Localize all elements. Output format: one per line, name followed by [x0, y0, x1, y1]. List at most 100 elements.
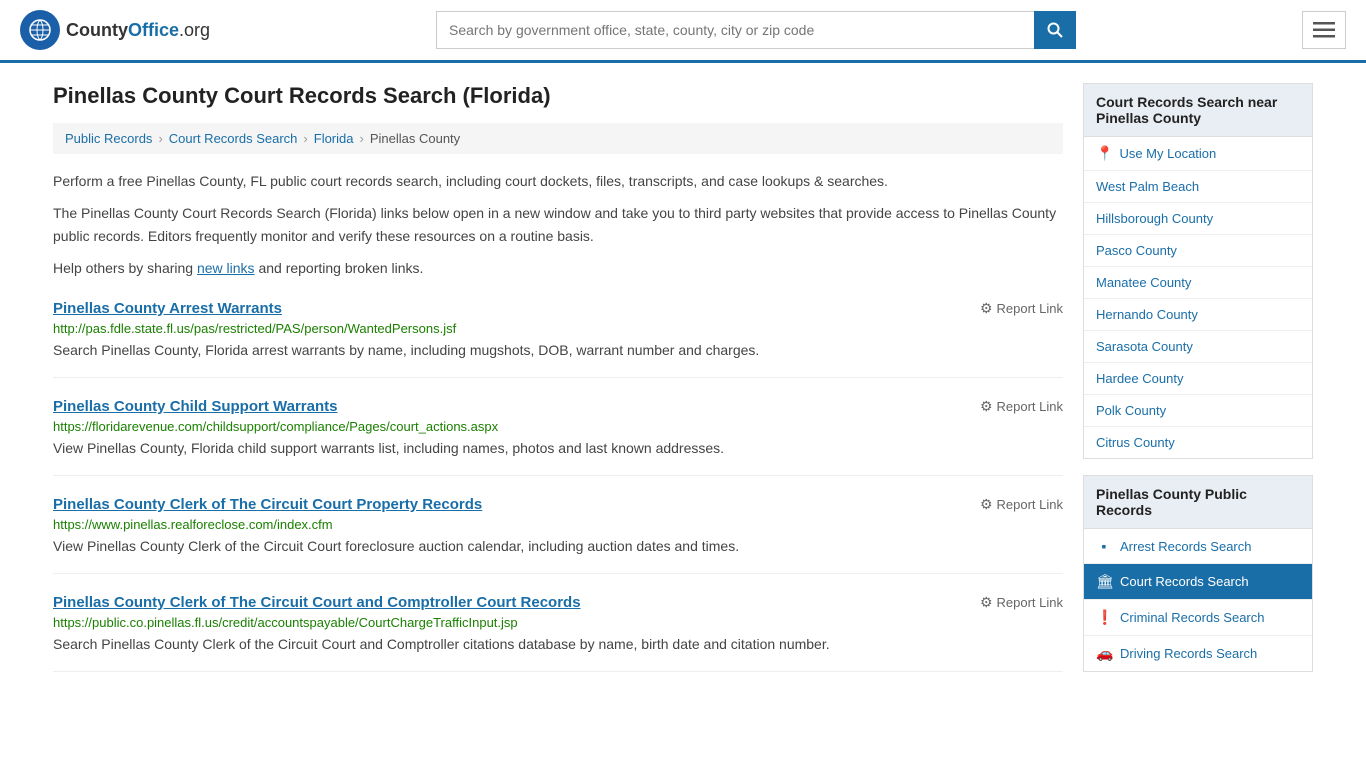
nav-icon-3: 🚗 [1096, 645, 1112, 662]
search-input[interactable] [436, 11, 1034, 49]
report-label-2: Report Link [997, 497, 1063, 512]
nearby-links-list: West Palm BeachHillsborough CountyPasco … [1084, 171, 1312, 458]
hamburger-button[interactable] [1302, 11, 1346, 49]
nearby-list-item: Citrus County [1084, 427, 1312, 458]
nearby-list-item: Hardee County [1084, 363, 1312, 395]
breadcrumb-sep-2: › [303, 131, 307, 146]
result-item: Pinellas County Child Support Warrants ⚙… [53, 398, 1063, 476]
report-label-0: Report Link [997, 301, 1063, 316]
result-url-1[interactable]: https://floridarevenue.com/childsupport/… [53, 419, 1063, 434]
nearby-link-0[interactable]: West Palm Beach [1084, 171, 1312, 202]
nav-list-item: ❗ Criminal Records Search [1084, 600, 1312, 636]
result-url-0[interactable]: http://pas.fdle.state.fl.us/pas/restrict… [53, 321, 1063, 336]
report-link-1[interactable]: ⚙ Report Link [980, 398, 1063, 415]
result-item: Pinellas County Clerk of The Circuit Cou… [53, 594, 1063, 672]
result-title-0[interactable]: Pinellas County Arrest Warrants [53, 300, 282, 317]
use-location-row: 📍 Use My Location [1084, 137, 1312, 171]
logo-area: CountyOffice.org [20, 10, 210, 50]
result-desc-3: Search Pinellas County Clerk of the Circ… [53, 634, 1063, 655]
breadcrumb-court-records[interactable]: Court Records Search [169, 131, 298, 146]
result-url-3[interactable]: https://public.co.pinellas.fl.us/credit/… [53, 615, 1063, 630]
breadcrumb-sep-3: › [360, 131, 364, 146]
nearby-list-item: Hillsborough County [1084, 203, 1312, 235]
nearby-list-item: West Palm Beach [1084, 171, 1312, 203]
nav-list-item: 🏛 Court Records Search [1084, 564, 1312, 600]
search-icon [1047, 22, 1063, 38]
sidebar: Court Records Search near Pinellas Count… [1083, 83, 1313, 688]
search-area [436, 11, 1076, 49]
description-para2: The Pinellas County Court Records Search… [53, 202, 1063, 247]
breadcrumb-public-records[interactable]: Public Records [65, 131, 152, 146]
public-records-section: Pinellas County Public Records ▪ Arrest R… [1083, 475, 1313, 672]
nav-item-3[interactable]: 🚗 Driving Records Search [1084, 636, 1312, 671]
nearby-section: Court Records Search near Pinellas Count… [1083, 83, 1313, 459]
nearby-list-item: Hernando County [1084, 299, 1312, 331]
result-title-2[interactable]: Pinellas County Clerk of The Circuit Cou… [53, 496, 482, 513]
nearby-link-3[interactable]: Manatee County [1084, 267, 1312, 298]
nav-label-3: Driving Records Search [1120, 646, 1257, 661]
new-links-link[interactable]: new links [197, 260, 255, 276]
nearby-list-item: Sarasota County [1084, 331, 1312, 363]
report-link-0[interactable]: ⚙ Report Link [980, 300, 1063, 317]
search-button[interactable] [1034, 11, 1076, 49]
result-header: Pinellas County Clerk of The Circuit Cou… [53, 594, 1063, 611]
result-title-3[interactable]: Pinellas County Clerk of The Circuit Cou… [53, 594, 581, 611]
report-label-3: Report Link [997, 595, 1063, 610]
report-icon-2: ⚙ [980, 496, 993, 513]
report-label-1: Report Link [997, 399, 1063, 414]
result-desc-2: View Pinellas County Clerk of the Circui… [53, 536, 1063, 557]
public-records-nav: ▪ Arrest Records Search 🏛 Court Records Sea… [1084, 529, 1312, 671]
nav-label-2: Criminal Records Search [1120, 610, 1265, 625]
result-url-2[interactable]: https://www.pinellas.realforeclose.com/i… [53, 517, 1063, 532]
nav-list-item: 🚗 Driving Records Search [1084, 636, 1312, 671]
report-icon-0: ⚙ [980, 300, 993, 317]
nav-icon-0: ▪ [1096, 538, 1112, 554]
result-desc-1: View Pinellas County, Florida child supp… [53, 438, 1063, 459]
breadcrumb-current: Pinellas County [370, 131, 460, 146]
page-title: Pinellas County Court Records Search (Fl… [53, 83, 1063, 109]
header: CountyOffice.org [0, 0, 1366, 63]
report-link-2[interactable]: ⚙ Report Link [980, 496, 1063, 513]
nearby-list-item: Manatee County [1084, 267, 1312, 299]
nearby-link-5[interactable]: Sarasota County [1084, 331, 1312, 362]
nearby-list-item: Pasco County [1084, 235, 1312, 267]
result-title-1[interactable]: Pinellas County Child Support Warrants [53, 398, 337, 415]
nearby-link-6[interactable]: Hardee County [1084, 363, 1312, 394]
result-item: Pinellas County Arrest Warrants ⚙ Report… [53, 300, 1063, 378]
report-link-3[interactable]: ⚙ Report Link [980, 594, 1063, 611]
result-item: Pinellas County Clerk of The Circuit Cou… [53, 496, 1063, 574]
nav-label-1: Court Records Search [1120, 574, 1249, 589]
use-location-link[interactable]: Use My Location [1119, 146, 1216, 161]
hamburger-icon [1313, 22, 1335, 38]
nav-item-1[interactable]: 🏛 Court Records Search [1084, 564, 1312, 599]
nearby-link-8[interactable]: Citrus County [1084, 427, 1312, 458]
result-header: Pinellas County Arrest Warrants ⚙ Report… [53, 300, 1063, 317]
description-para3: Help others by sharing new links and rep… [53, 257, 1063, 279]
page-content: Pinellas County Court Records Search (Fl… [33, 63, 1333, 708]
nearby-list-item: Polk County [1084, 395, 1312, 427]
logo-icon [20, 10, 60, 50]
nav-item-0[interactable]: ▪ Arrest Records Search [1084, 529, 1312, 563]
nav-icon-2: ❗ [1096, 609, 1112, 626]
location-pin-icon: 📍 [1096, 145, 1113, 162]
nav-icon-1: 🏛 [1096, 573, 1112, 590]
nearby-link-2[interactable]: Pasco County [1084, 235, 1312, 266]
report-icon-3: ⚙ [980, 594, 993, 611]
nav-item-2[interactable]: ❗ Criminal Records Search [1084, 600, 1312, 635]
public-records-title: Pinellas County Public Records [1084, 476, 1312, 529]
nav-label-0: Arrest Records Search [1120, 539, 1252, 554]
description-para1: Perform a free Pinellas County, FL publi… [53, 170, 1063, 192]
main-content: Pinellas County Court Records Search (Fl… [53, 83, 1063, 688]
logo-text: CountyOffice.org [66, 20, 210, 41]
report-icon-1: ⚙ [980, 398, 993, 415]
result-desc-0: Search Pinellas County, Florida arrest w… [53, 340, 1063, 361]
nearby-link-4[interactable]: Hernando County [1084, 299, 1312, 330]
nearby-title: Court Records Search near Pinellas Count… [1084, 84, 1312, 137]
breadcrumb-sep-1: › [158, 131, 162, 146]
breadcrumb-florida[interactable]: Florida [314, 131, 354, 146]
results-container: Pinellas County Arrest Warrants ⚙ Report… [53, 300, 1063, 672]
nav-list-item: ▪ Arrest Records Search [1084, 529, 1312, 564]
nearby-link-7[interactable]: Polk County [1084, 395, 1312, 426]
nearby-link-1[interactable]: Hillsborough County [1084, 203, 1312, 234]
breadcrumb: Public Records › Court Records Search › … [53, 123, 1063, 154]
